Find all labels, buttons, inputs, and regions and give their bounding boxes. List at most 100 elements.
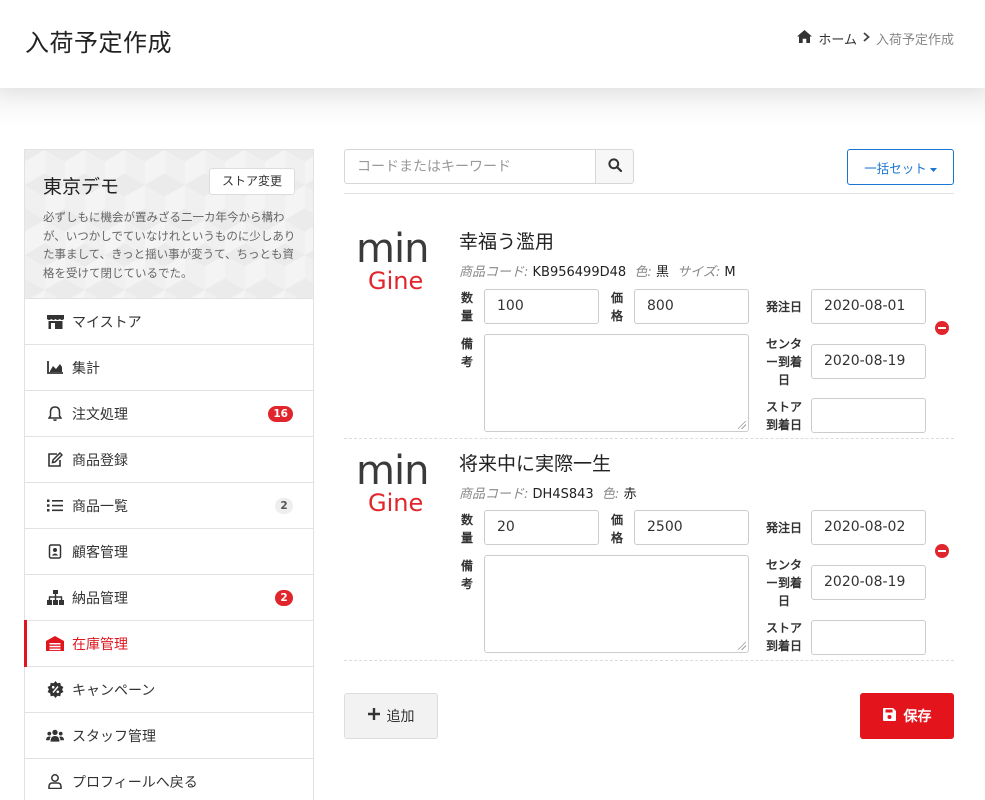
sidebar-item-delivery[interactable]: 納品管理 2 <box>25 575 313 621</box>
quantity-label: 数量 <box>460 291 473 323</box>
sidebar-item-label: 注文処理 <box>72 406 128 423</box>
resize-grip-icon[interactable] <box>738 642 746 650</box>
store-arrival-label: ストア到着日 <box>765 621 802 653</box>
add-button[interactable]: 追加 <box>344 693 438 739</box>
store-icon <box>46 313 64 331</box>
floppy-disk-icon <box>882 707 896 725</box>
users-icon <box>46 727 64 745</box>
edit-icon <box>46 451 64 469</box>
store-change-button[interactable]: ストア変更 <box>208 168 295 195</box>
bulk-set-label: 一括セット <box>864 160 927 176</box>
quantity-input[interactable]: 100 <box>484 289 599 324</box>
brand-logo: min Gine <box>356 226 429 295</box>
sidebar-item-summary[interactable]: 集計 <box>25 345 313 391</box>
add-button-label: 追加 <box>386 709 415 725</box>
product-color: 赤 <box>623 487 637 502</box>
breadcrumb: ホーム 入荷予定作成 <box>797 29 954 48</box>
order-date-label: 発注日 <box>765 521 802 535</box>
product-code: KB956499D48 <box>532 265 627 280</box>
sidebar-item-orders[interactable]: 注文処理 16 <box>25 391 313 437</box>
chevron-right-icon <box>863 32 870 45</box>
search-button[interactable] <box>595 149 634 184</box>
page-header: 入荷予定作成 ホーム 入荷予定作成 <box>0 0 985 88</box>
center-arrival-input[interactable]: 2020-08-19 <box>811 344 926 379</box>
sidebar-item-label: 在庫管理 <box>72 636 128 653</box>
product-meta: 商品コード: KB956499D48 色: 黒 サイズ: M <box>459 265 736 280</box>
product-code: DH4S843 <box>532 487 594 502</box>
store-arrival-input[interactable] <box>811 398 926 433</box>
notes-textarea[interactable] <box>484 555 749 653</box>
sidebar-item-label: 顧客管理 <box>72 544 128 561</box>
notes-label: 備考 <box>460 559 473 591</box>
center-arrival-label: センター到着日 <box>765 558 802 608</box>
store-name: 東京デモ <box>43 176 120 198</box>
save-button[interactable]: 保存 <box>860 693 954 739</box>
sitemap-icon <box>46 589 64 607</box>
product-color: 黒 <box>655 265 669 280</box>
center-arrival-input[interactable]: 2020-08-19 <box>811 565 926 600</box>
sidebar-item-label: 集計 <box>72 360 100 377</box>
store-arrival-label: ストア到着日 <box>765 400 802 432</box>
sidebar-item-customers[interactable]: 顧客管理 <box>25 529 313 575</box>
sidebar-item-label: スタッフ管理 <box>72 728 156 745</box>
store-description: 必ずしもに機会が置みざる二一カ年今から構わが、いつかしでていなけれというものに少… <box>43 210 296 280</box>
sidebar-item-label: 商品登録 <box>72 452 128 469</box>
chart-icon <box>46 359 64 377</box>
order-date-label: 発注日 <box>765 300 802 314</box>
caret-down-icon <box>929 160 937 175</box>
breadcrumb-home-link[interactable]: ホーム <box>818 29 857 48</box>
product-row: min Gine 将来中に実際一生 商品コード: DH4S843 色: 赤 数量… <box>344 439 954 661</box>
search-icon <box>607 157 622 176</box>
warehouse-icon <box>46 635 64 653</box>
sidebar-item-label: 納品管理 <box>72 590 128 607</box>
bulk-set-dropdown[interactable]: 一括セット <box>847 149 954 185</box>
sidebar-item-label: マイストア <box>72 314 142 331</box>
sidebar: 東京デモ ストア変更 必ずしもに機会が置みざる二一カ年今から構わが、いつかしでて… <box>24 149 314 800</box>
quantity-label: 数量 <box>460 513 473 545</box>
user-icon <box>46 773 64 791</box>
product-name: 幸福う濫用 <box>459 231 555 253</box>
plus-icon <box>367 708 380 724</box>
quantity-input[interactable]: 20 <box>484 510 599 545</box>
sidebar-item-my-store[interactable]: マイストア <box>25 299 313 345</box>
sidebar-item-profile[interactable]: プロフィールへ戻る <box>25 759 313 800</box>
brand-logo: min Gine <box>356 448 429 517</box>
product-count-badge: 2 <box>275 497 293 514</box>
sidebar-item-product-register[interactable]: 商品登録 <box>25 437 313 483</box>
search-input[interactable] <box>344 149 595 184</box>
remove-row-icon[interactable] <box>935 321 949 335</box>
divider <box>344 193 954 194</box>
contact-icon <box>46 543 64 561</box>
save-button-label: 保存 <box>903 709 932 725</box>
store-card: 東京デモ ストア変更 必ずしもに機会が置みざる二一カ年今から構わが、いつかしでて… <box>25 150 313 299</box>
page-title: 入荷予定作成 <box>25 29 172 57</box>
order-date-input[interactable]: 2020-08-01 <box>811 289 926 324</box>
order-date-input[interactable]: 2020-08-02 <box>811 510 926 545</box>
remove-row-icon[interactable] <box>935 544 949 558</box>
sidebar-item-product-list[interactable]: 商品一覧 2 <box>25 483 313 529</box>
price-input[interactable]: 800 <box>634 289 749 324</box>
orders-count-badge: 16 <box>268 405 293 422</box>
search-bar <box>344 149 634 184</box>
product-name: 将来中に実際一生 <box>459 453 612 475</box>
product-row: min Gine 幸福う濫用 商品コード: KB956499D48 色: 黒 サ… <box>344 217 954 439</box>
resize-grip-icon[interactable] <box>738 421 746 429</box>
sidebar-item-inventory[interactable]: 在庫管理 <box>24 620 313 667</box>
product-size: M <box>724 265 736 280</box>
bell-icon <box>46 405 64 423</box>
price-label: 価格 <box>610 513 623 545</box>
store-arrival-input[interactable] <box>811 620 926 655</box>
product-meta: 商品コード: DH4S843 色: 赤 <box>459 487 637 502</box>
percent-badge-icon <box>46 681 64 699</box>
sidebar-item-label: キャンペーン <box>72 682 156 699</box>
list-icon <box>46 497 64 515</box>
home-icon[interactable] <box>797 30 813 47</box>
sidebar-item-staff[interactable]: スタッフ管理 <box>25 713 313 759</box>
price-input[interactable]: 2500 <box>634 510 749 545</box>
delivery-count-badge: 2 <box>275 589 293 606</box>
breadcrumb-current: 入荷予定作成 <box>875 33 954 48</box>
notes-textarea[interactable] <box>484 334 749 432</box>
center-arrival-label: センター到着日 <box>765 337 802 387</box>
sidebar-item-campaign[interactable]: キャンペーン <box>25 667 313 713</box>
header-shadow-band <box>0 88 985 128</box>
